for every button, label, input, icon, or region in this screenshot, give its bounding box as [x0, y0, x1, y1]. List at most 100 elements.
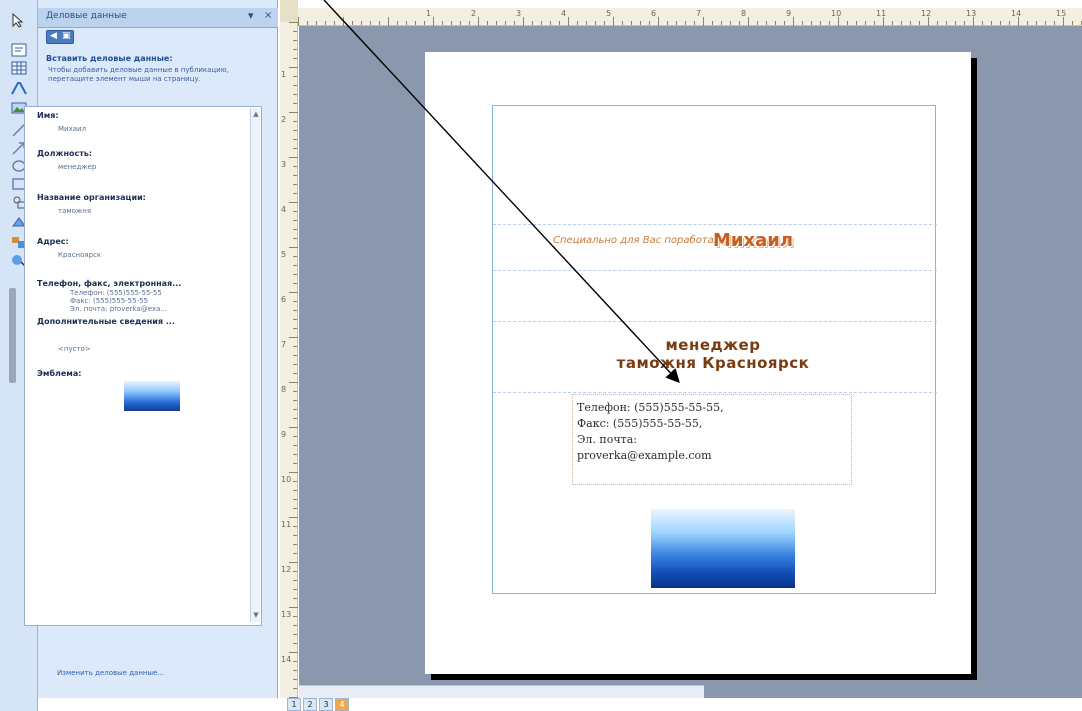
pointer-icon[interactable]: [9, 12, 29, 28]
page-tab-4[interactable]: 4: [335, 698, 349, 711]
ruler-tick: [712, 21, 713, 25]
ruler-tick: [433, 17, 434, 26]
text-box-icon[interactable]: [9, 42, 29, 58]
field-label-organization[interactable]: Название организации:: [37, 193, 146, 202]
logo-thumbnail[interactable]: [124, 381, 180, 411]
ruler-tick: [820, 21, 821, 25]
name-text[interactable]: Михаил: [713, 230, 793, 251]
contact-text-box[interactable]: Телефон: (555)555-55-55, Факс: (555)555-…: [572, 394, 852, 485]
field-value-email[interactable]: Эл. почта: proverka@exa...: [70, 305, 167, 313]
scroll-up-icon[interactable]: ▲: [252, 110, 260, 118]
page-tab-2[interactable]: 2: [303, 698, 317, 711]
ruler-tick: [293, 76, 297, 77]
field-label-additional[interactable]: Дополнительные сведения ...: [37, 317, 175, 326]
ruler-tick: [964, 21, 965, 25]
back-icon[interactable]: ◀: [50, 31, 57, 41]
logo-picture[interactable]: [651, 509, 795, 588]
ruler-tick: [1009, 21, 1010, 25]
ruler-tick: [289, 337, 298, 338]
ruler-tick: [550, 21, 551, 25]
ruler-tick: [293, 319, 297, 320]
slogan-text[interactable]: Специально для Вас поработал: [553, 235, 720, 246]
ruler-tick: [293, 490, 297, 491]
table-icon[interactable]: [9, 60, 29, 76]
ruler-label: 1: [281, 70, 287, 79]
field-label-address[interactable]: Адрес:: [37, 237, 69, 246]
contact-fax: Факс: (555)555-55-55,: [577, 417, 703, 430]
ruler-tick: [1018, 17, 1019, 26]
page-margin-guides: Специально для Вас поработал Михаил мене…: [492, 105, 937, 594]
field-label-name[interactable]: Имя:: [37, 111, 59, 120]
ruler-tick: [532, 21, 533, 25]
horizontal-scrollbar[interactable]: [299, 685, 704, 698]
ruler-tick: [293, 391, 297, 392]
close-icon[interactable]: ×: [264, 10, 272, 21]
field-label-position[interactable]: Должность:: [37, 149, 92, 158]
organization-text[interactable]: таможня Красноярск: [593, 354, 833, 372]
position-text[interactable]: менеджер: [593, 336, 833, 354]
ruler-tick: [293, 346, 297, 347]
field-value-organization[interactable]: таможня: [58, 207, 91, 215]
wordart-icon[interactable]: [9, 80, 29, 96]
ruler-tick: [293, 598, 297, 599]
ruler-tick: [289, 247, 298, 248]
ruler-label: 8: [741, 9, 747, 18]
ruler-tick: [523, 17, 524, 26]
pane-splitter[interactable]: [9, 288, 16, 383]
ruler-tick: [293, 463, 297, 464]
page-tab-3[interactable]: 3: [319, 698, 333, 711]
ruler-tick: [739, 21, 740, 25]
field-label-contact[interactable]: Телефон, факс, электронная...: [37, 279, 181, 288]
field-value-name[interactable]: Михаил: [58, 125, 86, 133]
ruler-tick: [293, 670, 297, 671]
contact-phone: Телефон: (555)555-55-55,: [577, 401, 724, 414]
vertical-ruler[interactable]: 1 2 3 4 5 6 7 8 9 10 11 12 13 14: [280, 22, 298, 698]
guide-line: [493, 224, 937, 225]
ruler-label: 7: [281, 340, 287, 349]
ruler-tick: [293, 409, 297, 410]
chevron-down-icon[interactable]: ▾: [248, 9, 254, 22]
contact-email-label: Эл. почта:: [577, 433, 637, 446]
ruler-tick: [293, 364, 297, 365]
ruler-tick: [289, 202, 298, 203]
field-label-logo[interactable]: Эмблема:: [37, 369, 81, 378]
ruler-tick: [352, 21, 353, 25]
edit-business-info-link[interactable]: Изменить деловые данные...: [57, 669, 164, 677]
ruler-tick: [397, 21, 398, 25]
ruler-tick: [379, 21, 380, 25]
page-tab-1[interactable]: 1: [287, 698, 301, 711]
field-value-phone[interactable]: Телефон: (555)555-55-55: [70, 289, 162, 297]
ruler-tick: [293, 130, 297, 131]
task-pane-hint: Чтобы добавить деловые данные в публикац…: [48, 66, 229, 83]
ruler-tick: [289, 427, 298, 428]
ruler-tick: [604, 21, 605, 25]
ruler-tick: [293, 301, 297, 302]
ruler-tick: [307, 21, 308, 25]
horizontal-ruler[interactable]: 1 2 3 4 5 6 7 8 9 10 11 12 13 14 15: [298, 8, 1082, 26]
task-pane-scrollbar[interactable]: ▲ ▼: [250, 108, 260, 622]
ruler-tick: [721, 21, 722, 25]
field-value-address[interactable]: Красноярск: [58, 251, 101, 259]
ruler-tick: [289, 67, 298, 68]
ruler-tick: [293, 85, 297, 86]
ruler-tick: [415, 21, 416, 25]
home-icon[interactable]: ▣: [62, 31, 71, 41]
ruler-tick: [838, 17, 839, 26]
ruler-tick: [811, 21, 812, 25]
ruler-tick: [289, 562, 298, 563]
task-pane-nav-buttons[interactable]: ◀ ▣: [46, 30, 74, 44]
ruler-tick: [955, 21, 956, 25]
field-value-additional[interactable]: <пусто>: [58, 345, 91, 353]
field-value-fax[interactable]: Факс: (555)555-55-55: [70, 297, 148, 305]
ruler-label: 5: [281, 250, 287, 259]
ruler-tick: [649, 21, 650, 25]
ruler-label: 10: [281, 475, 292, 484]
scroll-down-icon[interactable]: ▼: [252, 611, 260, 619]
ruler-label: 15: [1056, 9, 1067, 18]
ruler-tick: [1063, 17, 1064, 26]
field-value-position[interactable]: менеджер: [58, 163, 96, 171]
ruler-tick: [451, 21, 452, 25]
ruler-tick: [289, 517, 298, 518]
ruler-tick: [460, 21, 461, 25]
ruler-label: 9: [786, 9, 792, 18]
